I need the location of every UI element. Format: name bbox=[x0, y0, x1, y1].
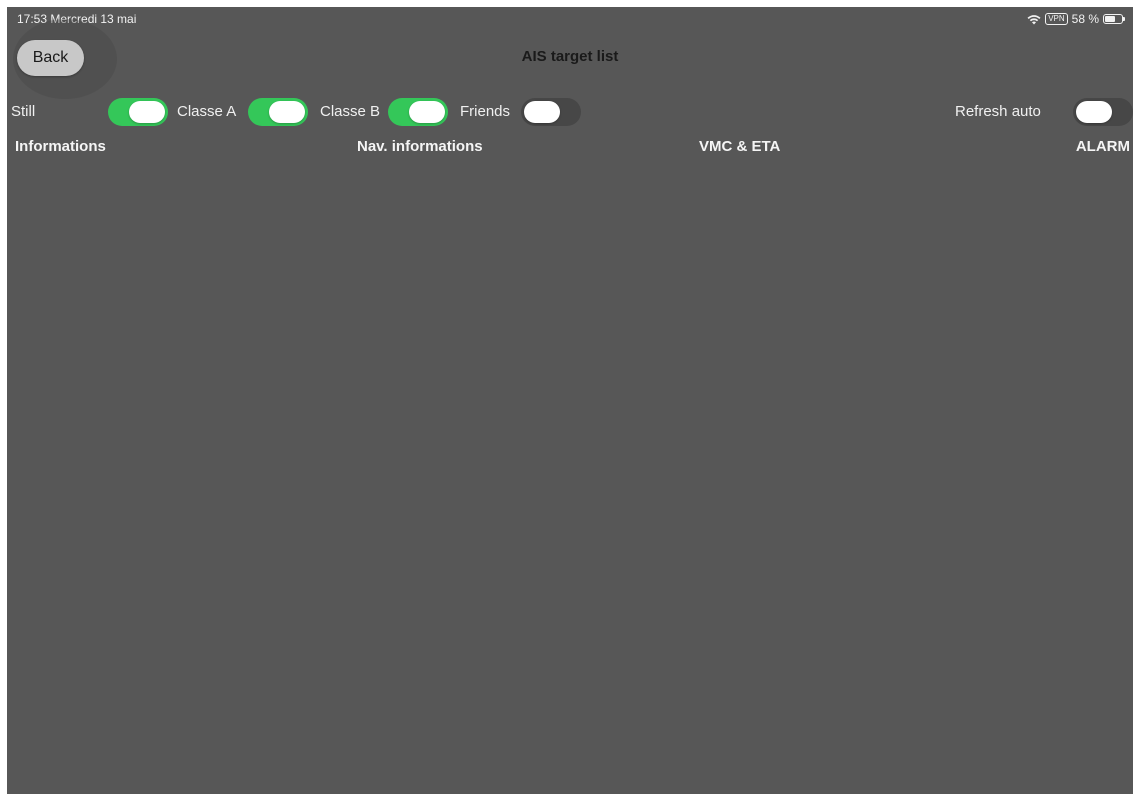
vpn-icon: VPN bbox=[1045, 13, 1068, 25]
refresh-auto-toggle[interactable] bbox=[1073, 98, 1133, 126]
column-header-vmc-eta: VMC & ETA bbox=[699, 138, 781, 155]
still-toggle[interactable] bbox=[108, 98, 168, 126]
refresh-auto-label: Refresh auto bbox=[955, 103, 1041, 120]
still-label: Still bbox=[11, 103, 36, 120]
friends-label: Friends bbox=[460, 103, 511, 120]
toggle-knob bbox=[524, 101, 560, 123]
app-screen: 17:53 Mercredi 13 mai VPN 58 % Back AIS … bbox=[7, 7, 1133, 794]
toggle-knob bbox=[409, 101, 445, 123]
toggle-knob bbox=[269, 101, 305, 123]
column-header-nav-informations: Nav. informations bbox=[357, 138, 483, 155]
friends-toggle[interactable] bbox=[521, 98, 581, 126]
status-bar: 17:53 Mercredi 13 mai VPN 58 % bbox=[7, 7, 1133, 29]
column-header-alarm: ALARM bbox=[1075, 138, 1130, 155]
page-title: AIS target list bbox=[521, 48, 619, 65]
classe-a-toggle[interactable] bbox=[248, 98, 308, 126]
classe-b-label: Classe B bbox=[320, 103, 381, 120]
status-indicators: VPN 58 % bbox=[1027, 12, 1125, 26]
toggle-knob bbox=[1076, 101, 1112, 123]
toggle-knob bbox=[129, 101, 165, 123]
target-list[interactable] bbox=[7, 167, 1133, 794]
battery-percent: 58 % bbox=[1071, 12, 1099, 26]
classe-b-toggle[interactable] bbox=[388, 98, 448, 126]
battery-icon bbox=[1103, 14, 1125, 24]
wifi-icon bbox=[1027, 14, 1041, 24]
classe-a-label: Classe A bbox=[177, 103, 237, 120]
column-header-informations: Informations bbox=[15, 138, 106, 155]
